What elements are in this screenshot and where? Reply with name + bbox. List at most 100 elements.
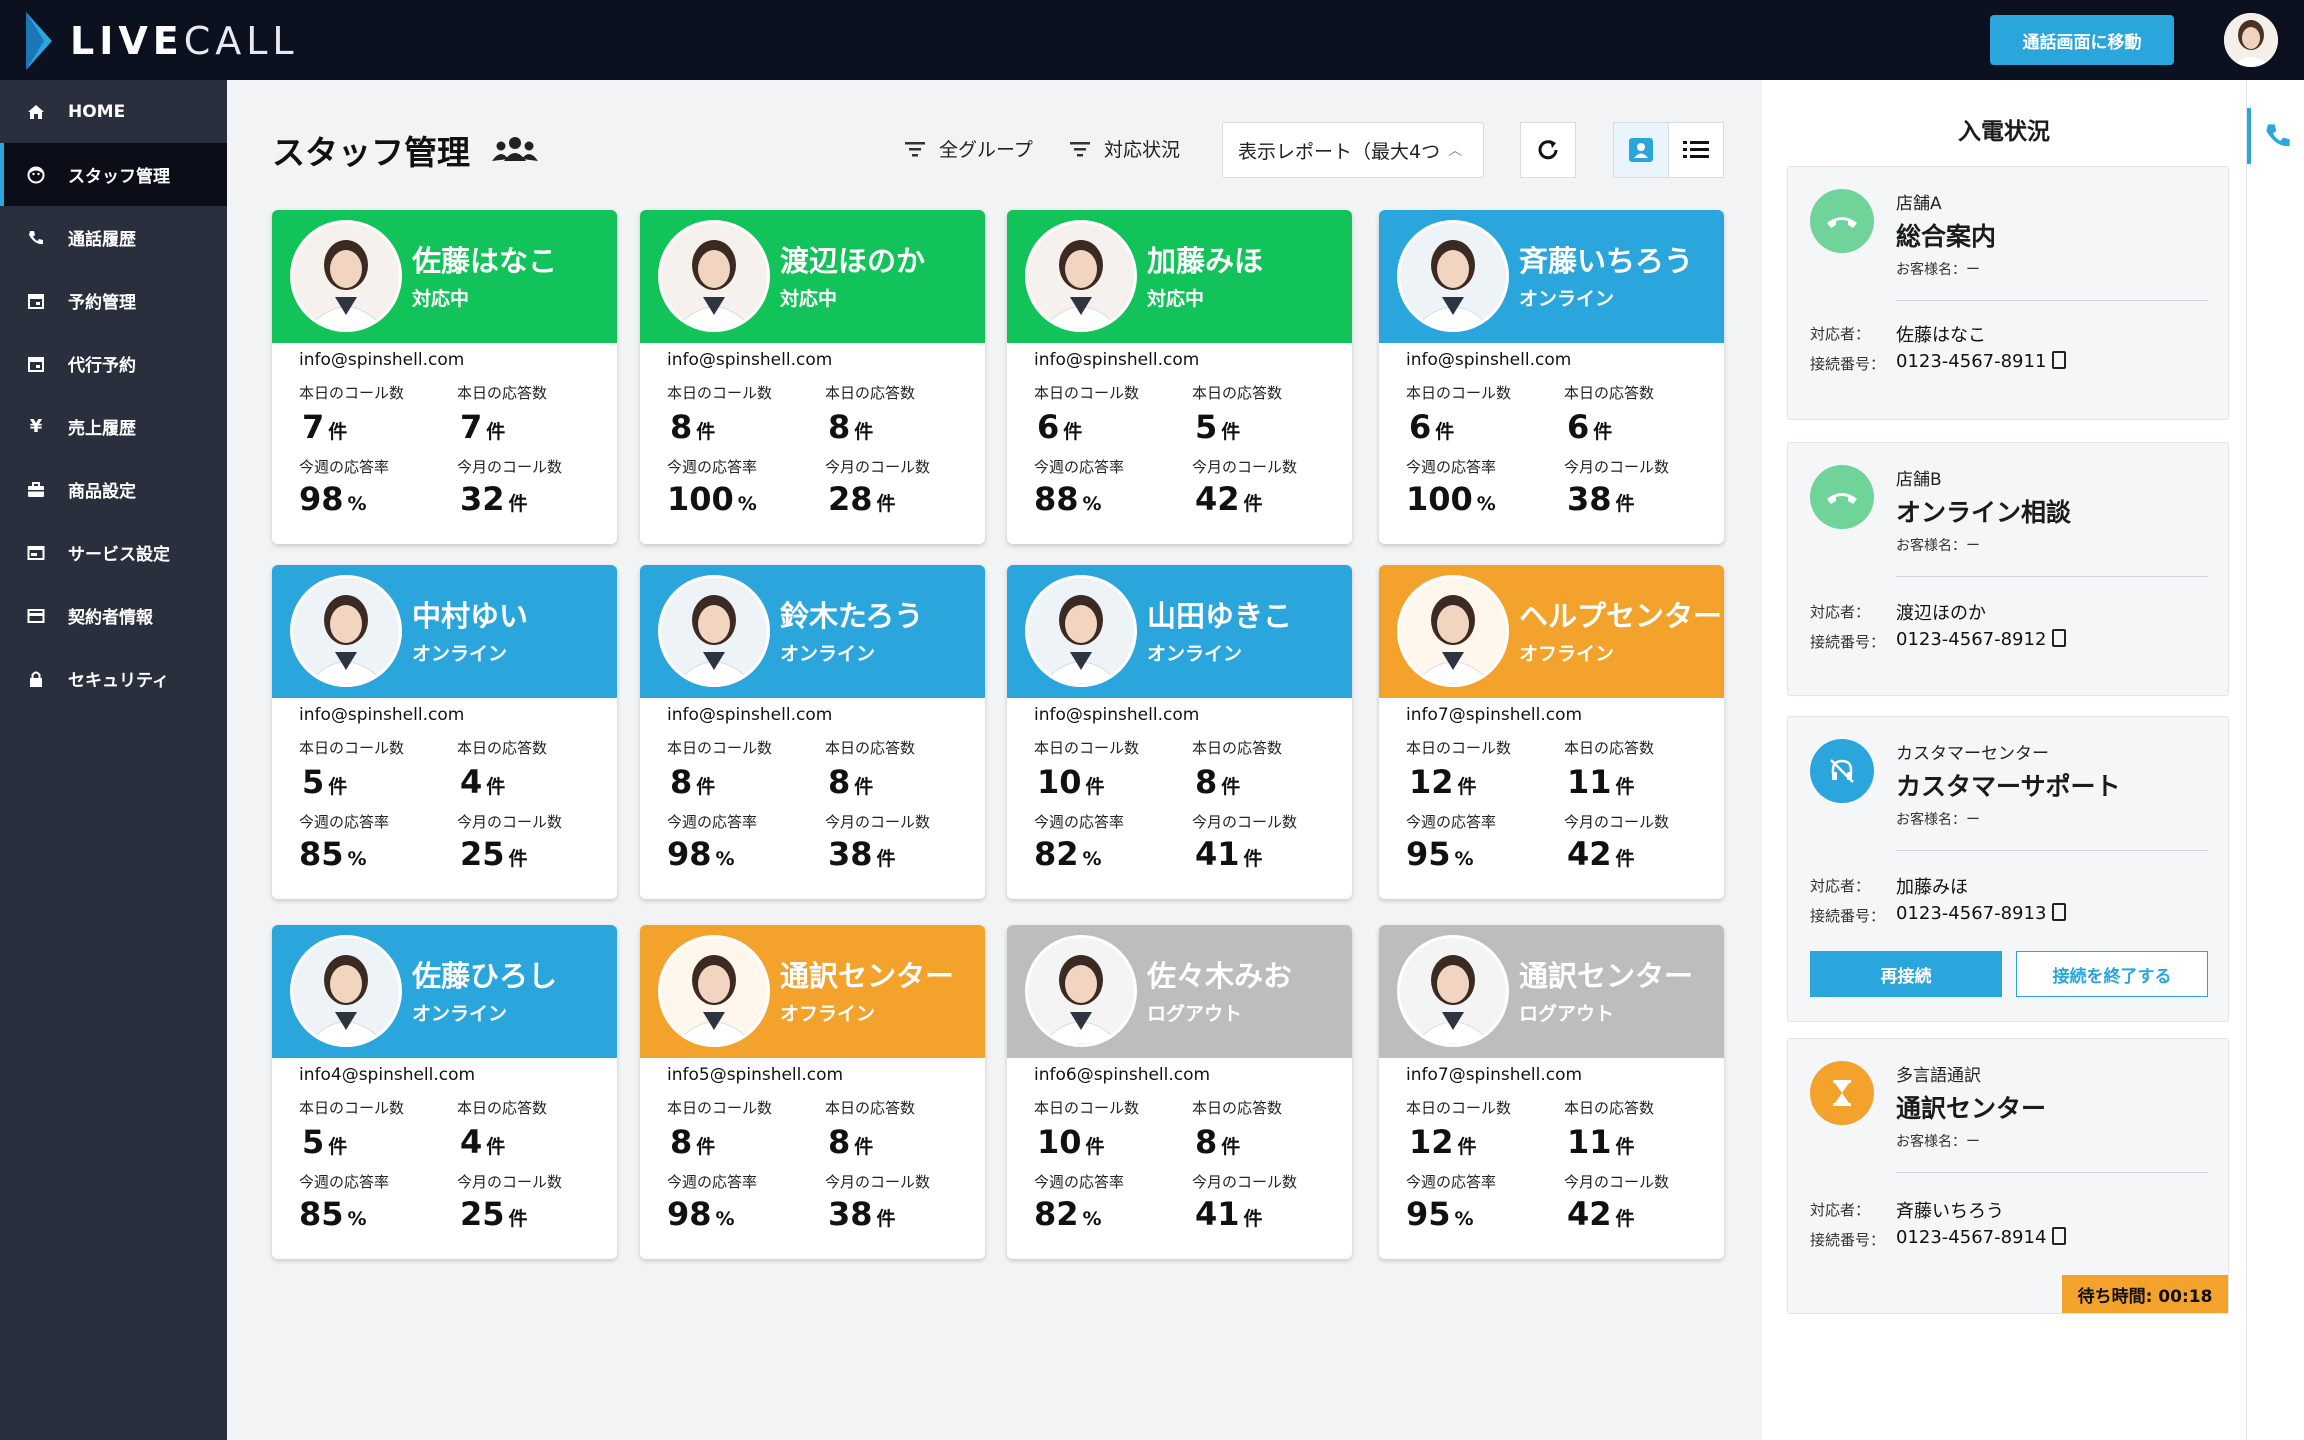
person-photo-icon — [1028, 938, 1134, 1044]
sidebar-item-contract-info[interactable]: 契約者情報 — [0, 584, 227, 647]
copy-icon[interactable] — [2052, 351, 2067, 369]
staff-avatar — [1025, 575, 1137, 687]
sidebar-item-security[interactable]: セキュリティ — [0, 647, 227, 710]
today-calls-label: 本日のコール数 — [1406, 739, 1512, 757]
staff-email: info@spinshell.com — [299, 350, 465, 370]
livecall-logo[interactable]: LIVECALL — [22, 10, 299, 72]
staff-card[interactable]: 渡辺ほのか 対応中 info@spinshell.com 本日のコール数 本日の応答数 8… — [640, 210, 985, 544]
week-rate-value: 88% — [1034, 480, 1102, 518]
sidebar-item-sales-history[interactable]: ¥ 売上履歴 — [0, 395, 227, 458]
month-calls-value: 42 件 — [1195, 480, 1263, 518]
today-calls-value: 6件 — [1037, 408, 1083, 446]
staff-email: info4@spinshell.com — [299, 1065, 476, 1085]
call-screen-button[interactable]: 通話画面に移動 — [1990, 15, 2174, 65]
today-answers-label: 本日の応答数 — [1564, 739, 1655, 757]
staff-name: 加藤みほ — [1147, 244, 1264, 278]
staff-name: 通訳センター — [1519, 959, 1694, 993]
today-answers-label: 本日の応答数 — [1192, 1099, 1283, 1117]
sidebar-item-label: 売上履歴 — [68, 419, 136, 439]
staff-card[interactable]: 斉藤いちろう オンライン info@spinshell.com 本日のコール数 本日の応… — [1379, 210, 1724, 544]
staff-card[interactable]: 加藤みほ 対応中 info@spinshell.com 本日のコール数 本日の応答数 6 件… — [1007, 210, 1352, 544]
list-view-button[interactable] — [1668, 122, 1724, 178]
staff-name: 山田ゆきこ — [1147, 599, 1293, 633]
person-photo-icon — [1028, 223, 1134, 329]
today-answers-label: 本日の応答数 — [825, 1099, 916, 1117]
sidebar-item-label: セキュリティ — [68, 671, 169, 691]
incoming-call-card[interactable]: 店舗B オンライン相談 お客様名：ー 対応者： 渡辺ほのか 接続番号： 0123… — [1787, 442, 2229, 696]
month-calls-value: 38 件 — [1567, 480, 1635, 518]
today-calls-label: 本日のコール数 — [299, 739, 405, 757]
today-calls-value: 12 件 — [1409, 763, 1477, 801]
refresh-button[interactable] — [1520, 122, 1576, 178]
sidebar-item-product-settings[interactable]: 商品設定 — [0, 458, 227, 521]
staff-card[interactable]: 山田ゆきこ オンライン info@spinshell.com 本日のコール数 本日の応答… — [1007, 565, 1352, 899]
staff-email: info@spinshell.com — [667, 705, 833, 725]
call-title: オンライン相談 — [1896, 498, 2072, 527]
staff-card[interactable]: 通訳センター ログアウト info7@spinshell.com 本日のコール数 本日の… — [1379, 925, 1724, 1259]
person-photo-icon — [1400, 578, 1506, 684]
staff-email: info@spinshell.com — [667, 350, 833, 370]
incoming-call-card[interactable]: カスタマーセンター カスタマーサポート お客様名：ー 対応者： 加藤みほ 接続番… — [1787, 716, 2229, 1022]
month-calls-label: 今月のコール数 — [1192, 1173, 1298, 1191]
week-rate-value: 100% — [667, 480, 757, 518]
staff-status: オンライン — [412, 643, 508, 665]
filter-icon — [905, 141, 925, 156]
staff-status: オンライン — [1147, 643, 1243, 665]
staff-card[interactable]: 通訳センター オフライン info5@spinshell.com 本日のコール数 本日の… — [640, 925, 985, 1259]
staff-card[interactable]: 佐藤ひろし オンライン info4@spinshell.com 本日のコール数 本日の応… — [272, 925, 617, 1259]
staff-card-header: 鈴木たろう オンライン — [640, 565, 985, 698]
staff-email: info7@spinshell.com — [1406, 1065, 1583, 1085]
sidebar-item-service-settings[interactable]: サービス設定 — [0, 521, 227, 584]
top-bar: LIVECALL 通話画面に移動 — [0, 0, 2304, 80]
copy-icon[interactable] — [2052, 1227, 2067, 1245]
week-rate-value: 85% — [299, 835, 367, 873]
group-filter[interactable]: 全グループ — [905, 135, 1033, 162]
report-select[interactable]: 表示レポート（最大4つ ︿ — [1222, 122, 1484, 178]
calendar-icon — [26, 291, 46, 311]
sidebar-item-proxy-reservation[interactable]: 代行予約 — [0, 332, 227, 395]
yen-icon: ¥ — [29, 416, 43, 437]
today-answers-value: 5件 — [1195, 408, 1241, 446]
week-rate-label: 今週の応答率 — [667, 458, 758, 476]
staff-card[interactable]: ヘルプセンター オフライン info7@spinshell.com 本日のコール数 本日… — [1379, 565, 1724, 899]
week-rate-label: 今週の応答率 — [667, 1173, 758, 1191]
copy-icon[interactable] — [2052, 903, 2067, 921]
staff-status: ログアウト — [1147, 1003, 1243, 1025]
phone-icon — [2266, 124, 2290, 147]
month-calls-value: 41 件 — [1195, 835, 1263, 873]
staff-email: info@spinshell.com — [1034, 705, 1200, 725]
staff-card[interactable]: 鈴木たろう オンライン info@spinshell.com 本日のコール数 本日の応答… — [640, 565, 985, 899]
page-title: スタッフ管理 — [272, 126, 540, 174]
person-photo-icon — [661, 578, 767, 684]
person-photo-icon — [661, 938, 767, 1044]
month-calls-label: 今月のコール数 — [1564, 813, 1670, 831]
user-avatar[interactable] — [2224, 13, 2278, 67]
month-calls-value: 28 件 — [828, 480, 896, 518]
copy-icon[interactable] — [2052, 629, 2067, 647]
staff-card[interactable]: 中村ゆい オンライン info@spinshell.com 本日のコール数 本日の応答数… — [272, 565, 617, 899]
staff-card[interactable]: 佐々木みお ログアウト info6@spinshell.com 本日のコール数 本日の応… — [1007, 925, 1352, 1259]
sidebar-item-reservations[interactable]: 予約管理 — [0, 269, 227, 332]
today-answers-value: 11 件 — [1567, 1123, 1635, 1161]
end-connection-button[interactable]: 接続を終了する — [2016, 951, 2208, 997]
status-filter[interactable]: 対応状況 — [1070, 135, 1180, 162]
sidebar-item-call-history[interactable]: 通話履歴 — [0, 206, 227, 269]
staff-avatar — [658, 935, 770, 1047]
today-calls-value: 10 件 — [1037, 763, 1105, 801]
staff-card-header: 佐々木みお ログアウト — [1007, 925, 1352, 1058]
sidebar-item-staff[interactable]: スタッフ管理 — [0, 143, 227, 206]
week-rate-label: 今週の応答率 — [1406, 458, 1497, 476]
staff-avatar — [1397, 220, 1509, 332]
sidebar-item-home[interactable]: HOME — [0, 80, 227, 143]
today-calls-label: 本日のコール数 — [1406, 1099, 1512, 1117]
today-answers-value: 8件 — [828, 1123, 874, 1161]
card-view-button[interactable] — [1613, 122, 1669, 178]
phone-tab[interactable] — [2247, 108, 2304, 164]
staff-name: 佐藤ひろし — [412, 959, 558, 993]
staff-card[interactable]: 佐藤はなこ 対応中 info@spinshell.com 本日のコール数 本日の応答数 7… — [272, 210, 617, 544]
incoming-call-card[interactable]: 店舗A 総合案内 お客様名：ー 対応者： 佐藤はなこ 接続番号： 0123-45… — [1787, 166, 2229, 420]
reconnect-button[interactable]: 再接続 — [1810, 951, 2002, 997]
incoming-call-card[interactable]: 多言語通訳 通訳センター お客様名：ー 対応者： 斉藤いちろう 接続番号： 01… — [1787, 1038, 2229, 1314]
staff-card-header: 加藤みほ 対応中 — [1007, 210, 1352, 343]
month-calls-value: 32 件 — [460, 480, 528, 518]
